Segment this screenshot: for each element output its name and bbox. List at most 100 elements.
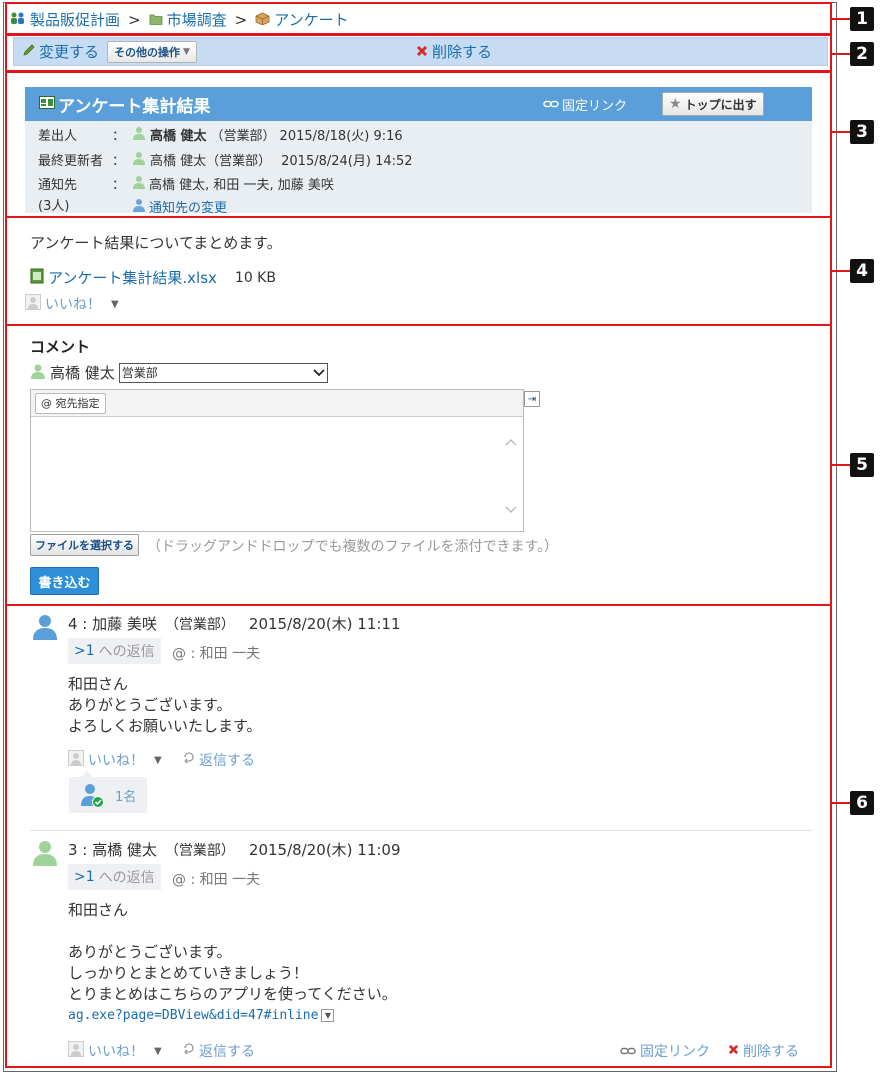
- callout-line: [830, 18, 850, 20]
- comment-like-button[interactable]: いいね！: [88, 750, 144, 770]
- topic-permalink-label: 固定リンク: [562, 99, 628, 114]
- comment-header: 4 : 加藤 美咲 （営業部） 2015/8/20(木) 11:11: [68, 613, 401, 634]
- user-icon: [132, 151, 146, 169]
- notify-change-link[interactable]: 通知先の変更: [149, 197, 227, 216]
- comment-line: ありがとうございます。: [68, 696, 232, 714]
- updater-row: 最終更新者 ： 高橋 健太（営業部） 2015/8/24(月) 14:52: [38, 150, 413, 169]
- folder-icon: [149, 11, 163, 29]
- expand-inline-icon[interactable]: ▼: [321, 1009, 335, 1022]
- avatar: [33, 614, 57, 644]
- delete-link[interactable]: 削除する: [432, 41, 492, 62]
- move-to-top-button[interactable]: ★ トップに出す: [662, 92, 764, 116]
- submit-button[interactable]: 書き込む: [30, 567, 99, 595]
- reply-link[interactable]: 返信する: [182, 750, 255, 770]
- notify-colon: ：: [112, 178, 126, 193]
- excel-file-icon: [30, 268, 44, 288]
- move-to-top-label: トップに出す: [684, 97, 757, 112]
- file-select-button[interactable]: ファイルを選択する: [30, 534, 139, 556]
- comment-mention: @ : 和田 一夫: [172, 646, 261, 662]
- like-count-box[interactable]: 1名: [69, 771, 147, 813]
- notify-row: 通知先 ： 高橋 健太, 和田 一夫, 加藤 美咲: [38, 174, 334, 193]
- comment-heading: コメント: [30, 338, 91, 356]
- callout-badge-1: 1: [850, 7, 874, 31]
- sender-row: 差出人 ： 高橋 健太 （営業部） 2015/8/18(火) 9:16: [38, 125, 403, 144]
- delete-x-icon: [728, 1043, 739, 1059]
- breadcrumb-topic-link[interactable]: アンケート: [274, 9, 348, 30]
- breadcrumb: 製品販促計画 > 市場調査 > アンケート: [10, 9, 349, 30]
- comment-actions: 固定リンク 削除する: [620, 1041, 799, 1061]
- breadcrumb-separator: >: [234, 10, 248, 29]
- callout-badge-2: 2: [850, 42, 874, 66]
- attachment: アンケート集計結果.xlsx 10 KB: [30, 267, 276, 288]
- comment-delete-link[interactable]: 削除する: [743, 1041, 799, 1061]
- reply-reference-suffix: への返信: [98, 644, 155, 660]
- user-icon: [132, 175, 146, 193]
- comment-body: 和田さん ありがとうございます。 しっかりとまとめていきましょう！ とりまとめは…: [68, 900, 397, 1026]
- chevron-down-icon[interactable]: ▼: [154, 755, 162, 766]
- like-user-icon: [25, 294, 41, 314]
- star-icon: ★: [669, 96, 682, 112]
- poster-name: 高橋 健太: [50, 364, 115, 382]
- comment-like-button[interactable]: いいね！: [88, 1041, 144, 1061]
- comment-line: とりまとめはこちらのアプリを使ってください。: [68, 985, 397, 1003]
- breadcrumb-separator: >: [128, 10, 141, 29]
- attachment-size: 10 KB: [234, 269, 276, 286]
- sender-colon: ：: [112, 129, 126, 144]
- notify-names: 高橋 健太, 和田 一夫, 加藤 美咲: [149, 178, 334, 193]
- chevron-down-icon: ▼: [183, 46, 190, 57]
- sender-date: 2015/8/18(火) 9:16: [279, 129, 403, 144]
- callout-line: [830, 802, 850, 804]
- edit-link[interactable]: 変更する: [39, 41, 99, 62]
- like-user-icon: [68, 1041, 84, 1061]
- reply-label: 返信する: [199, 1044, 255, 1060]
- comment-number-author: 3 : 高橋 健太: [68, 841, 157, 859]
- pencil-icon: [22, 43, 36, 61]
- topic-permalink[interactable]: 固定リンク: [543, 95, 627, 114]
- breadcrumb-app-link[interactable]: 製品販促計画: [30, 9, 120, 30]
- comment-line: しっかりとまとめていきましょう！: [68, 964, 309, 982]
- notify-count-row: (3人) 通知先の変更: [38, 193, 227, 216]
- scroll-up-icon[interactable]: [505, 436, 517, 449]
- topic-title: アンケート集計結果: [58, 96, 211, 117]
- updater-label: 最終更新者: [38, 154, 104, 169]
- comment-url-link[interactable]: ag.exe?page=DBView&did=47#inline: [68, 1005, 318, 1026]
- expand-editor-icon[interactable]: ⇥: [524, 391, 540, 407]
- comment-editor[interactable]: @ 宛先指定: [30, 389, 524, 532]
- comment-divider: [30, 830, 812, 831]
- liked-user-check-icon: [79, 782, 105, 808]
- callout-line: [830, 464, 850, 466]
- attachment-link[interactable]: アンケート集計結果.xlsx: [48, 267, 217, 288]
- comment-permalink[interactable]: 固定リンク: [640, 1041, 710, 1061]
- chevron-down-icon[interactable]: ▼: [154, 1046, 162, 1057]
- reply-reference-link[interactable]: >1: [74, 643, 95, 659]
- reply-link[interactable]: 返信する: [182, 1041, 255, 1061]
- sender-name[interactable]: 高橋 健太: [150, 125, 207, 144]
- comment-line: よろしくお願いいたします。: [68, 717, 262, 735]
- chevron-down-icon[interactable]: ▼: [111, 299, 119, 310]
- callout-badge-6: 6: [850, 791, 874, 815]
- file-hint: （ドラッグアンドドロップでも複数のファイルを添付できます。）: [147, 539, 559, 555]
- breadcrumb-folder-link[interactable]: 市場調査: [167, 9, 227, 30]
- callout-line: [830, 53, 850, 55]
- callout-badge-4: 4: [850, 259, 874, 283]
- updater-name[interactable]: 高橋 健太（営業部）: [150, 150, 271, 169]
- like-count[interactable]: 1名: [115, 786, 136, 805]
- reply-reference-link[interactable]: >1: [74, 869, 95, 885]
- topic-title-bar: アンケート集計結果 固定リンク ★ トップに出す: [25, 87, 812, 121]
- dept-select[interactable]: 営業部: [118, 362, 328, 383]
- comment-dept: （営業部）: [164, 617, 235, 633]
- comment-like-row: いいね！ ▼: [68, 1041, 162, 1061]
- user-icon: [132, 198, 146, 216]
- comment-mention: @ : 和田 一夫: [172, 872, 261, 888]
- comment-line: 和田さん: [68, 675, 129, 693]
- comment-number-author: 4 : 加藤 美咲: [68, 615, 157, 633]
- comment-line: ありがとうございます。: [68, 943, 232, 961]
- like-button[interactable]: いいね！: [45, 294, 101, 314]
- topic-box-icon: [255, 11, 270, 29]
- like-user-icon: [68, 750, 84, 770]
- poster-row: 高橋 健太 営業部: [30, 362, 328, 383]
- mention-button[interactable]: @ 宛先指定: [35, 392, 106, 414]
- more-actions-button[interactable]: その他の操作 ▼: [107, 40, 197, 63]
- comment-line: 和田さん: [68, 901, 129, 919]
- scroll-down-icon[interactable]: [505, 504, 517, 517]
